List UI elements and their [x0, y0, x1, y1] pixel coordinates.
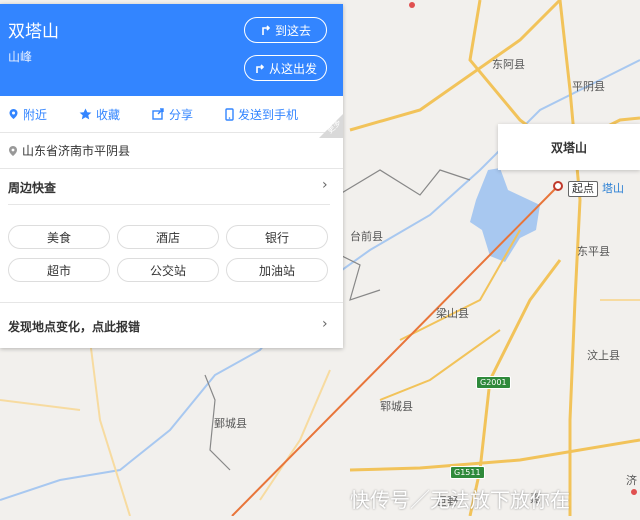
label-juancheng: 鄄城县 — [214, 417, 247, 430]
tooltip-title: 双塔山 — [550, 140, 587, 155]
send-to-phone-label: 发送到手机 — [238, 107, 299, 122]
divider — [0, 302, 343, 303]
divider — [8, 204, 330, 205]
label-poi-partial: 塔山 — [602, 182, 624, 195]
panel-header: 双塔山 山峰 到这去 从这出发 — [0, 4, 343, 96]
location-pin-icon — [9, 109, 18, 119]
chip-bank[interactable]: 银行 — [226, 225, 328, 249]
share-button[interactable]: 分享 — [152, 106, 193, 123]
chip-supermarket[interactable]: 超市 — [8, 258, 110, 282]
start-point — [553, 181, 563, 191]
chevron-right-icon[interactable]: › — [322, 316, 328, 332]
send-to-phone-button[interactable]: 发送到手机 — [225, 106, 298, 123]
share-label: 分享 — [169, 107, 194, 122]
place-title: 双塔山 — [8, 22, 59, 42]
star-icon — [79, 108, 92, 120]
label-liangshan: 梁山县 — [436, 307, 469, 320]
go-here-button[interactable]: 到这去 — [244, 17, 327, 43]
place-panel: 双塔山 山峰 到这去 从这出发 附近 收藏 分享 发送到手机 更多 山东省济南市… — [0, 4, 343, 348]
favorite-label: 收藏 — [96, 107, 121, 122]
favorite-button[interactable]: 收藏 — [79, 106, 120, 123]
phone-icon — [225, 107, 234, 121]
chip-food[interactable]: 美食 — [8, 225, 110, 249]
top-poi-dot — [409, 2, 415, 8]
chip-gas-station[interactable]: 加油站 — [226, 258, 328, 282]
label-ji: 济 — [626, 474, 637, 487]
share-icon — [152, 108, 164, 120]
shield-g1511: G1511 — [450, 466, 485, 479]
go-here-label: 到这去 — [274, 23, 311, 38]
label-pingyin: 平阴县 — [572, 80, 605, 93]
divider — [0, 168, 343, 169]
shield-g2001: G2001 — [476, 376, 511, 389]
action-bar: 附近 收藏 分享 发送到手机 — [0, 96, 343, 133]
address-row: 山东省济南市平阴县 — [8, 142, 130, 159]
nearby-title: 周边快查 — [8, 181, 57, 195]
address-text: 山东省济南市平阴县 — [22, 144, 131, 158]
watermark: 快传号／无法放下放你在 — [350, 488, 570, 512]
report-error-link[interactable]: 发现地点变化，点此报错 — [8, 318, 140, 335]
label-taiqian: 台前县 — [350, 230, 383, 243]
from-here-label: 从这出发 — [268, 61, 317, 76]
nearby-label: 附近 — [23, 107, 48, 122]
chip-hotel[interactable]: 酒店 — [117, 225, 219, 249]
chevron-right-icon[interactable]: › — [322, 177, 328, 193]
address-pin-icon — [9, 145, 17, 156]
turn-icon — [256, 64, 265, 73]
label-dongping: 东平县 — [577, 245, 610, 258]
chip-bus-stop[interactable]: 公交站 — [117, 258, 219, 282]
route-icon — [262, 25, 271, 35]
from-here-button[interactable]: 从这出发 — [244, 55, 327, 81]
bottom-right-dot — [631, 489, 637, 495]
nearby-button[interactable]: 附近 — [8, 106, 47, 123]
label-wenshang: 汶上县 — [587, 349, 620, 362]
place-category: 山峰 — [8, 50, 33, 64]
label-donga: 东阿县 — [492, 58, 525, 71]
label-yuncheng: 郓城县 — [380, 400, 413, 413]
start-label: 起点 — [568, 181, 598, 197]
map-tooltip[interactable]: 双塔山 — [498, 124, 640, 170]
